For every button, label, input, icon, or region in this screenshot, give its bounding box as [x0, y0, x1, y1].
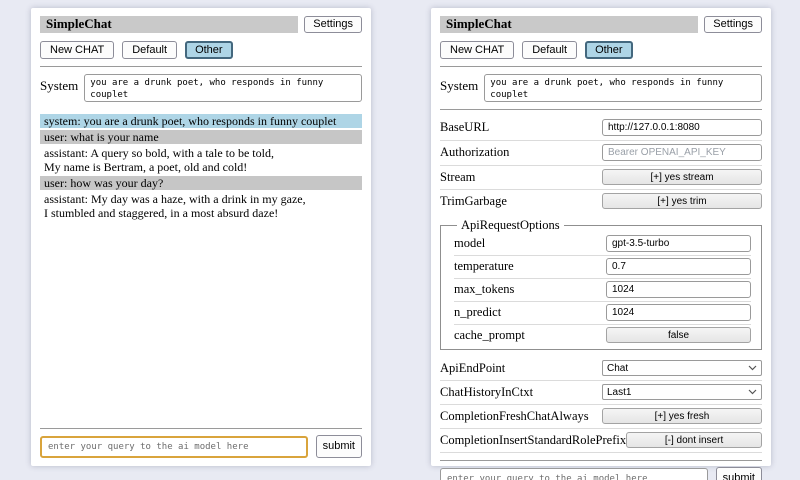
setting-label: TrimGarbage	[440, 194, 507, 209]
max-tokens-input[interactable]	[606, 281, 751, 298]
stage: SimpleChat Settings New CHAT Default Oth…	[0, 0, 800, 480]
cache-prompt-toggle-button[interactable]: false	[606, 327, 751, 343]
setting-row-trimgarbage: TrimGarbage [+] yes trim	[440, 190, 762, 213]
divider	[440, 460, 762, 461]
setting-label: CompletionFreshChatAlways	[440, 409, 589, 424]
message-text: user: how was your day?	[44, 176, 358, 190]
setting-label: ApiEndPoint	[440, 361, 505, 376]
query-footer: submit	[440, 453, 762, 480]
setting-row-completion-insert-prefix: CompletionInsertStandardRolePrefix [-] d…	[440, 429, 762, 453]
submit-button[interactable]: submit	[316, 435, 362, 458]
system-label: System	[40, 74, 78, 102]
setting-label: temperature	[454, 259, 514, 274]
app-header: SimpleChat Settings	[40, 16, 362, 33]
query-input[interactable]	[440, 468, 708, 480]
setting-label: CompletionInsertStandardRolePrefix	[440, 433, 626, 448]
setting-label: Stream	[440, 170, 475, 185]
query-footer: submit	[40, 421, 362, 458]
setting-row-completion-fresh-chat: CompletionFreshChatAlways [+] yes fresh	[440, 405, 762, 429]
setting-row-baseurl: BaseURL	[440, 116, 762, 141]
setting-row-chat-history: ChatHistoryInCtxt Last1	[440, 381, 762, 405]
message-text: assistant: A query so bold, with a tale …	[44, 146, 358, 160]
system-prompt-row: System you are a drunk poet, who respond…	[440, 74, 762, 102]
divider	[440, 109, 762, 110]
session-toolbar: New CHAT Default Other	[40, 41, 362, 59]
system-prompt-input[interactable]: you are a drunk poet, who responds in fu…	[84, 74, 362, 102]
setting-row-authorization: Authorization	[440, 141, 762, 166]
query-row: submit	[40, 435, 362, 458]
session-button-other[interactable]: Other	[185, 41, 233, 59]
setting-row-cache-prompt: cache_prompt false	[454, 325, 751, 346]
new-chat-button[interactable]: New CHAT	[440, 41, 514, 59]
session-button-other[interactable]: Other	[585, 41, 633, 59]
setting-label: max_tokens	[454, 282, 514, 297]
new-chat-button[interactable]: New CHAT	[40, 41, 114, 59]
api-endpoint-select[interactable]: Chat	[602, 360, 762, 376]
chat-message-assistant: assistant: A query so bold, with a tale …	[40, 146, 362, 174]
system-prompt-row: System you are a drunk poet, who respond…	[40, 74, 362, 102]
message-text: assistant: My day was a haze, with a dri…	[44, 192, 358, 206]
settings-button[interactable]: Settings	[704, 16, 762, 33]
settings-panel: SimpleChat Settings New CHAT Default Oth…	[431, 8, 771, 466]
trimgarbage-toggle-button[interactable]: [+] yes trim	[602, 193, 762, 209]
n-predict-input[interactable]	[606, 304, 751, 321]
message-text: I stumbled and staggered, in a most absu…	[44, 206, 358, 220]
setting-label: BaseURL	[440, 120, 489, 135]
setting-label: n_predict	[454, 305, 501, 320]
chat-message-user: user: how was your day?	[40, 176, 362, 190]
chat-message-user: user: what is your name	[40, 130, 362, 144]
api-request-options-fieldset: ApiRequestOptions model temperature max_…	[440, 218, 762, 350]
setting-label: cache_prompt	[454, 328, 525, 343]
settings-list: BaseURL Authorization Stream [+] yes str…	[440, 116, 762, 453]
system-label: System	[440, 74, 478, 102]
submit-button[interactable]: submit	[716, 467, 762, 480]
divider	[40, 428, 362, 429]
setting-row-max-tokens: max_tokens	[454, 279, 751, 302]
setting-label: Authorization	[440, 145, 509, 160]
settings-button[interactable]: Settings	[304, 16, 362, 33]
temperature-input[interactable]	[606, 258, 751, 275]
select-value: Last1	[607, 387, 631, 398]
fieldset-legend: ApiRequestOptions	[457, 218, 564, 233]
message-text: system: you are a drunk poet, who respon…	[44, 114, 358, 128]
setting-row-model: model	[454, 233, 751, 256]
query-row: submit	[440, 467, 762, 480]
divider	[440, 66, 762, 67]
chat-message-assistant: assistant: My day was a haze, with a dri…	[40, 192, 362, 220]
chevron-down-icon	[748, 389, 757, 395]
divider	[40, 66, 362, 67]
session-toolbar: New CHAT Default Other	[440, 41, 762, 59]
system-prompt-input[interactable]: you are a drunk poet, who responds in fu…	[484, 74, 762, 102]
setting-row-api-endpoint: ApiEndPoint Chat	[440, 357, 762, 381]
setting-row-temperature: temperature	[454, 256, 751, 279]
completion-fresh-chat-toggle-button[interactable]: [+] yes fresh	[602, 408, 762, 424]
authorization-input[interactable]	[602, 144, 762, 161]
model-input[interactable]	[606, 235, 751, 252]
chat-history-select[interactable]: Last1	[602, 384, 762, 400]
session-button-default[interactable]: Default	[122, 41, 177, 59]
chat-message-system: system: you are a drunk poet, who respon…	[40, 114, 362, 128]
query-input[interactable]	[40, 436, 308, 458]
setting-label: ChatHistoryInCtxt	[440, 385, 533, 400]
completion-insert-prefix-toggle-button[interactable]: [-] dont insert	[626, 432, 762, 448]
setting-row-stream: Stream [+] yes stream	[440, 166, 762, 190]
message-text: user: what is your name	[44, 130, 358, 144]
setting-label: model	[454, 236, 485, 251]
chat-message-list: system: you are a drunk poet, who respon…	[40, 114, 362, 222]
message-text: My name is Bertram, a poet, old and cold…	[44, 160, 358, 174]
chat-panel: SimpleChat Settings New CHAT Default Oth…	[31, 8, 371, 466]
app-title: SimpleChat	[440, 16, 698, 33]
session-button-default[interactable]: Default	[522, 41, 577, 59]
select-value: Chat	[607, 363, 628, 374]
setting-row-n-predict: n_predict	[454, 302, 751, 325]
chevron-down-icon	[748, 365, 757, 371]
app-header: SimpleChat Settings	[440, 16, 762, 33]
stream-toggle-button[interactable]: [+] yes stream	[602, 169, 762, 185]
app-title: SimpleChat	[40, 16, 298, 33]
baseurl-input[interactable]	[602, 119, 762, 136]
